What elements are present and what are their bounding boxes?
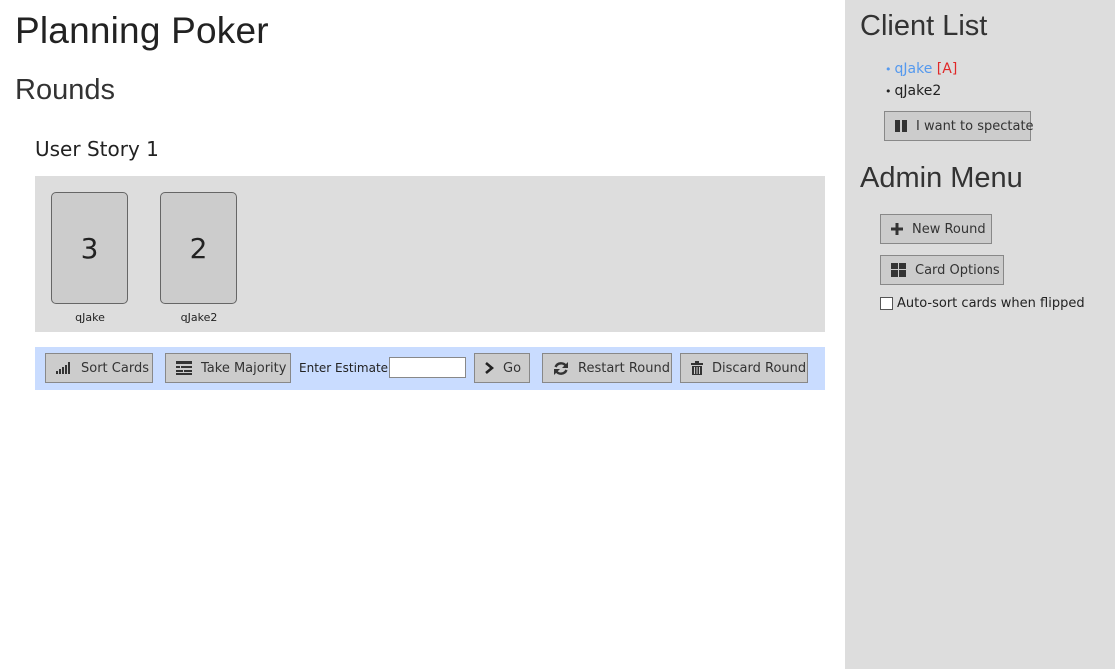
estimate-input[interactable] xyxy=(389,357,466,378)
admin-menu-heading: Admin Menu xyxy=(860,162,1023,194)
take-majority-label: Take Majority xyxy=(201,360,287,376)
spectate-button[interactable]: I want to spectate xyxy=(884,111,1034,141)
autosort-label: Auto-sort cards when flipped xyxy=(897,296,1085,311)
sidebar: Client List • qJake [A] • qJake2 I want to… xyxy=(845,0,1115,669)
discard-round-label: Discard Round xyxy=(712,360,807,376)
card-owner: qJake xyxy=(75,311,105,324)
estimate-label: Enter Estimate: xyxy=(299,361,393,375)
grid-icon xyxy=(891,263,906,277)
refresh-icon xyxy=(553,361,569,376)
chevron-right-icon xyxy=(485,362,494,374)
client-name: qJake2 xyxy=(894,83,942,99)
autosort-checkbox[interactable] xyxy=(880,297,893,310)
card-slot: 2 qJake2 xyxy=(160,192,238,324)
spectate-label: I want to spectate xyxy=(916,118,1034,134)
card-area: 3 qJake 2 qJake2 xyxy=(35,176,825,332)
client-list: • qJake [A] • qJake2 xyxy=(885,59,957,103)
page-title: Planning Poker xyxy=(15,10,269,51)
plus-icon xyxy=(891,223,903,235)
card-owner: qJake2 xyxy=(180,311,218,324)
user-story-title: User Story 1 xyxy=(35,137,159,161)
take-majority-button[interactable]: Take Majority xyxy=(165,353,291,383)
poker-card[interactable]: 2 xyxy=(160,192,237,304)
trash-icon xyxy=(691,361,703,375)
card-options-label: Card Options xyxy=(915,262,1000,278)
new-round-label: New Round xyxy=(912,221,986,237)
restart-round-button[interactable]: Restart Round xyxy=(542,353,672,383)
signal-bars-icon xyxy=(56,362,72,374)
go-label: Go xyxy=(503,360,522,376)
autosort-option[interactable]: Auto-sort cards when flipped xyxy=(880,296,1085,311)
pause-icon xyxy=(895,120,907,132)
client-list-item: • qJake2 xyxy=(885,81,957,103)
card-options-button[interactable]: Card Options xyxy=(880,255,1004,285)
sort-cards-label: Sort Cards xyxy=(81,360,149,376)
card-slot: 3 qJake xyxy=(51,192,129,324)
client-list-item: • qJake [A] xyxy=(885,59,957,81)
admin-badge: [A] xyxy=(936,61,958,77)
restart-round-label: Restart Round xyxy=(578,360,670,376)
poker-card[interactable]: 3 xyxy=(51,192,128,304)
go-button[interactable]: Go xyxy=(474,353,530,383)
rounds-heading: Rounds xyxy=(15,74,115,106)
client-name: qJake xyxy=(894,61,933,77)
discard-round-button[interactable]: Discard Round xyxy=(680,353,808,383)
bullet: • xyxy=(885,85,892,98)
sort-cards-button[interactable]: Sort Cards xyxy=(45,353,153,383)
round-toolbar: Sort Cards Take Majority Enter Estimate:… xyxy=(35,347,825,390)
main-content: Planning Poker Rounds User Story 1 3 qJa… xyxy=(0,0,845,669)
list-icon xyxy=(176,361,192,375)
bullet: • xyxy=(885,63,892,76)
new-round-button[interactable]: New Round xyxy=(880,214,992,244)
client-list-heading: Client List xyxy=(860,10,988,42)
